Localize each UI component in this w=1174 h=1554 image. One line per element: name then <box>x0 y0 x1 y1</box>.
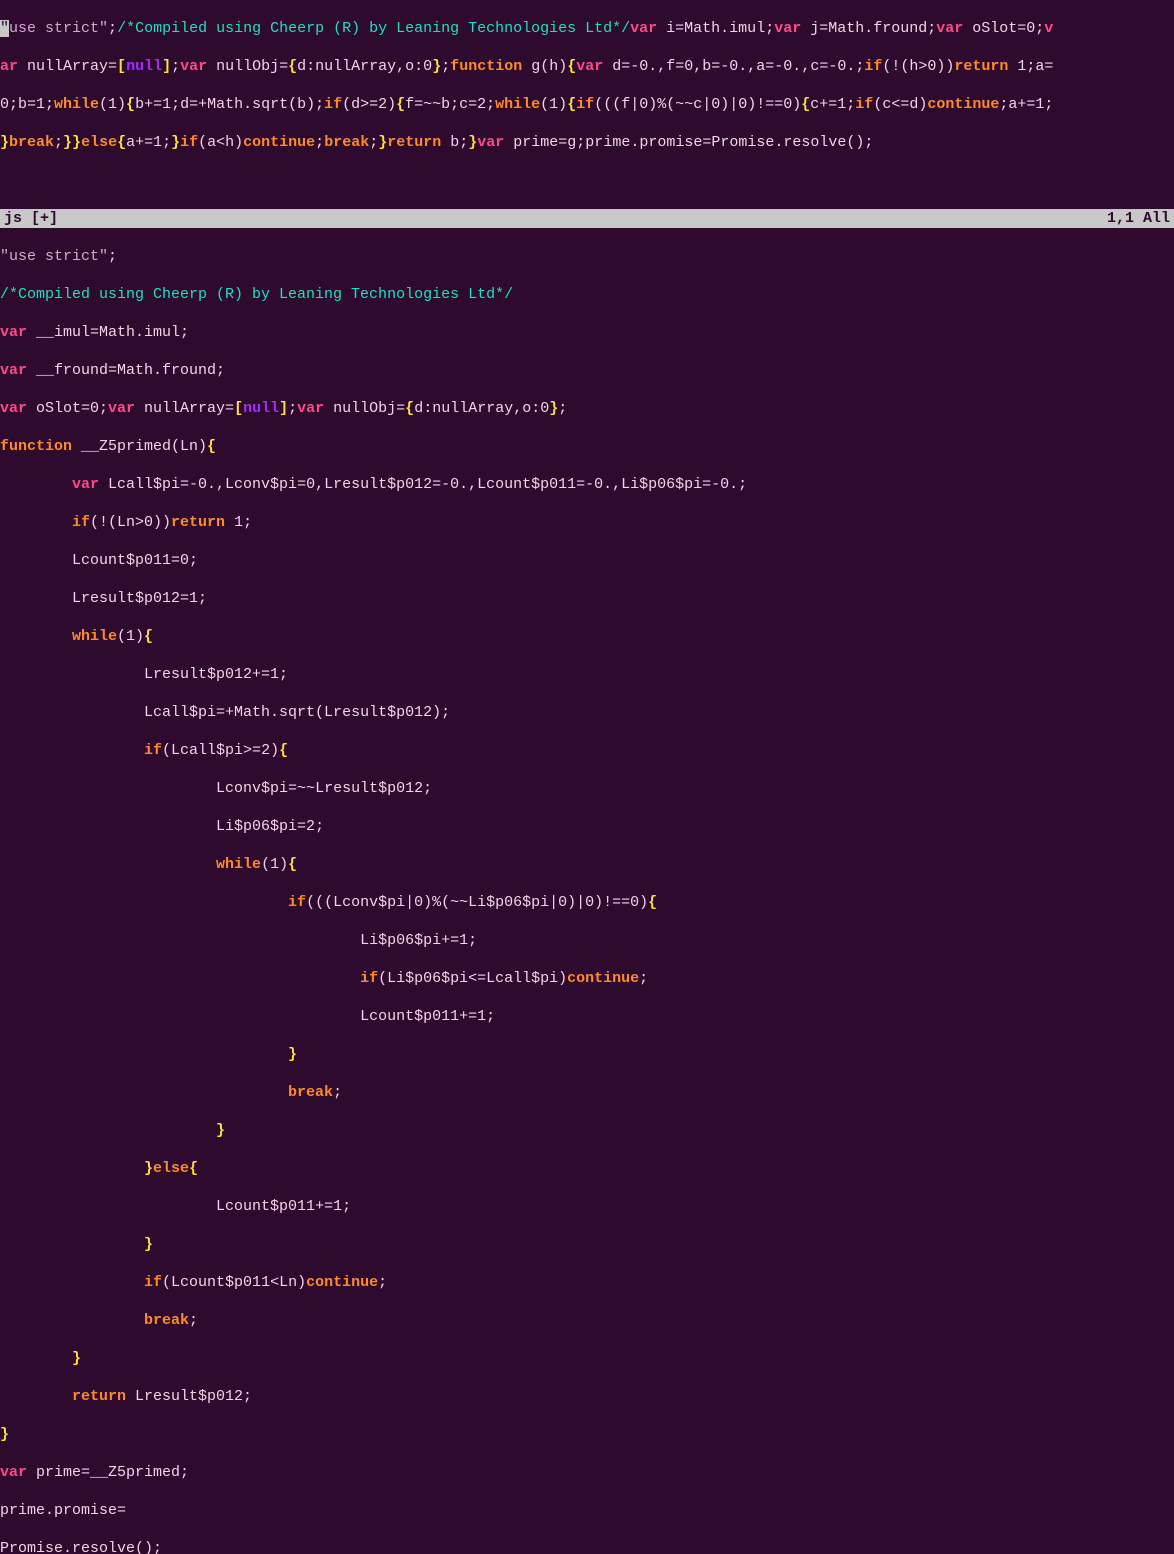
status-bar: js [+] 1,1 All <box>0 209 1174 228</box>
code-line: if(Lcall$pi>=2){ <box>0 741 1174 760</box>
code-line: return Lresult$p012; <box>0 1387 1174 1406</box>
code-line: Lresult$p012+=1; <box>0 665 1174 684</box>
code-line: var oSlot=0;var nullArray=[null];var nul… <box>0 399 1174 418</box>
code-line: while(1){ <box>0 627 1174 646</box>
code-line: Lconv$pi=~~Lresult$p012; <box>0 779 1174 798</box>
code-line: if(!(Ln>0))return 1; <box>0 513 1174 532</box>
code-line: break; <box>0 1083 1174 1102</box>
code-line: Lcall$pi=+Math.sqrt(Lresult$p012); <box>0 703 1174 722</box>
code-line: ar nullArray=[null];var nullObj={d:nullA… <box>0 57 1174 76</box>
code-line: } <box>0 1235 1174 1254</box>
scroll-status: All <box>1143 210 1170 227</box>
code-line: var __imul=Math.imul; <box>0 323 1174 342</box>
code-line: } <box>0 1121 1174 1140</box>
code-line: prime.promise= <box>0 1501 1174 1520</box>
code-line: "use strict";/*Compiled using Cheerp (R)… <box>0 19 1174 38</box>
code-line: }else{ <box>0 1159 1174 1178</box>
code-line: while(1){ <box>0 855 1174 874</box>
bottom-editor-pane[interactable]: "use strict"; /*Compiled using Cheerp (R… <box>0 228 1174 1554</box>
code-line: var Lcall$pi=-0.,Lconv$pi=0,Lresult$p012… <box>0 475 1174 494</box>
code-line: function __Z5primed(Ln){ <box>0 437 1174 456</box>
cursor: " <box>0 20 9 37</box>
code-line: } <box>0 1349 1174 1368</box>
code-line: Lresult$p012=1; <box>0 589 1174 608</box>
code-line: Li$p06$pi=2; <box>0 817 1174 836</box>
code-line: Li$p06$pi+=1; <box>0 931 1174 950</box>
cursor-position: 1,1 <box>1107 210 1134 227</box>
code-line: var prime=__Z5primed; <box>0 1463 1174 1482</box>
code-line: var __fround=Math.fround; <box>0 361 1174 380</box>
code-line: }break;}}else{a+=1;}if(a<h)continue;brea… <box>0 133 1174 152</box>
code-line: Lcount$p011+=1; <box>0 1197 1174 1216</box>
code-line: /*Compiled using Cheerp (R) by Leaning T… <box>0 285 1174 304</box>
code-line: if(Lcount$p011<Ln)continue; <box>0 1273 1174 1292</box>
code-line: Promise.resolve(); <box>0 1539 1174 1554</box>
code-line: 0;b=1;while(1){b+=1;d=+Math.sqrt(b);if(d… <box>0 95 1174 114</box>
blank-line <box>0 171 1174 190</box>
code-line: break; <box>0 1311 1174 1330</box>
code-line: if(((Lconv$pi|0)%(~~Li$p06$pi|0)|0)!==0)… <box>0 893 1174 912</box>
code-line: } <box>0 1425 1174 1444</box>
code-line: Lcount$p011=0; <box>0 551 1174 570</box>
code-line: if(Li$p06$pi<=Lcall$pi)continue; <box>0 969 1174 988</box>
code-line: "use strict"; <box>0 247 1174 266</box>
code-line: Lcount$p011+=1; <box>0 1007 1174 1026</box>
top-editor-pane[interactable]: "use strict";/*Compiled using Cheerp (R)… <box>0 0 1174 209</box>
code-line: } <box>0 1045 1174 1064</box>
file-status: js [+] <box>4 209 58 228</box>
